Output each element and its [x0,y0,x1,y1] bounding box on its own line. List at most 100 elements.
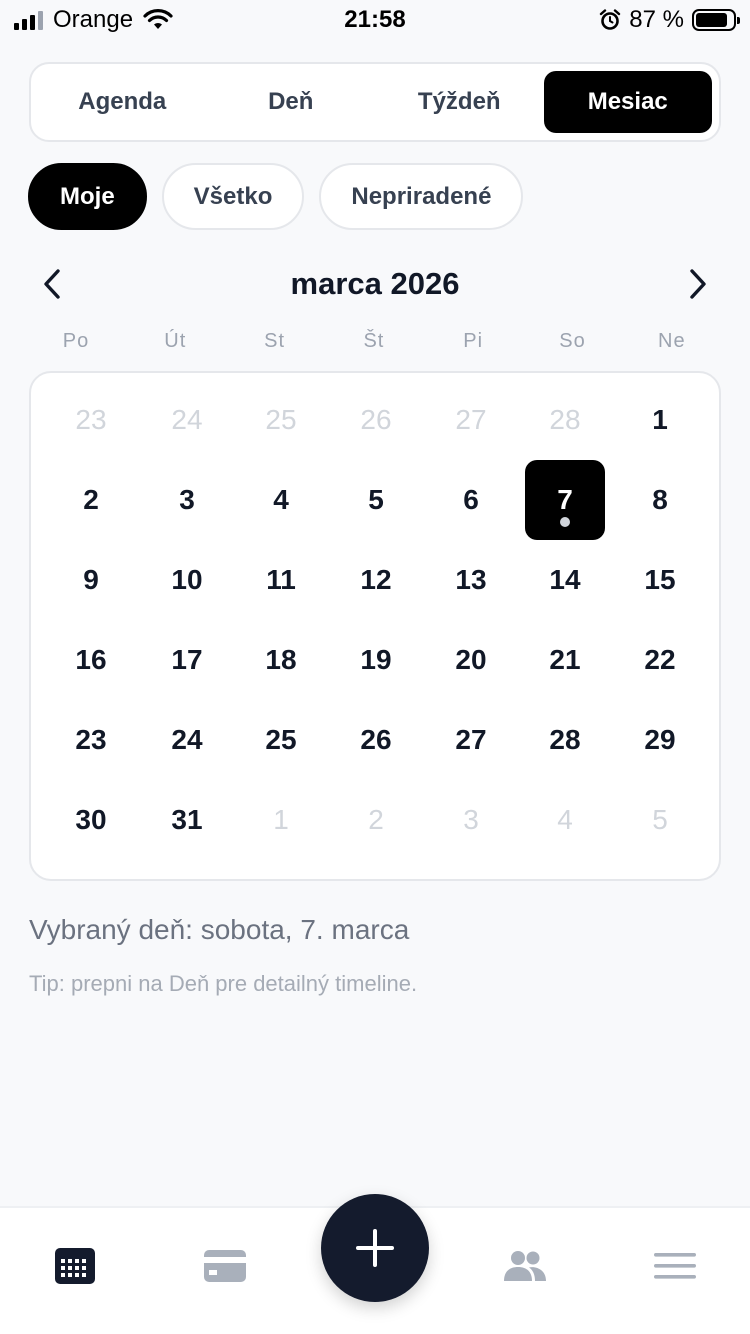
day-cell[interactable]: 15 [620,540,700,620]
day-cell[interactable]: 3 [147,460,227,540]
day-cell[interactable]: 2 [336,780,416,860]
day-cell[interactable]: 28 [525,700,605,780]
day-cell[interactable]: 27 [431,700,511,780]
weekday-label: Po [62,330,90,352]
day-cell[interactable]: 3 [431,780,511,860]
day-cell[interactable]: 24 [147,380,227,460]
tab-calendar[interactable] [45,1236,105,1296]
day-number: 24 [171,724,203,755]
tip-text: Tip: prepni na Deň pre detailný timeline… [29,971,418,996]
tab-people[interactable] [495,1236,555,1296]
day-number: 10 [171,564,203,595]
event-dot [560,517,570,527]
day-cell[interactable]: 9 [51,540,131,620]
day-cell[interactable]: 6 [431,460,511,540]
day-number: 13 [455,564,487,595]
day-cell[interactable]: 28 [525,380,605,460]
tab-month[interactable]: Mesiac [543,71,712,133]
day-number: 26 [360,404,392,435]
day-cell[interactable]: 31 [147,780,227,860]
weekday-label: Pi [463,330,484,352]
filter-pills: Moje Všetko Nepriradené [28,163,524,230]
day-number: 25 [265,724,297,755]
day-number: 14 [549,564,581,595]
add-button[interactable] [321,1194,429,1302]
day-cell[interactable]: 1 [241,780,321,860]
weekday-label: Ne [658,330,686,352]
month-title: marca 2026 [290,266,460,301]
tab-week[interactable]: Týždeň [375,71,544,133]
day-cell[interactable]: 23 [51,380,131,460]
weekday-label: St [264,330,286,352]
weekday-label: Št [363,330,385,352]
tab-cards[interactable] [195,1236,255,1296]
tab-menu[interactable] [645,1236,705,1296]
day-number: 26 [360,724,392,755]
day-cell[interactable]: 26 [336,380,416,460]
day-number: 24 [171,404,203,435]
day-cell[interactable]: 24 [147,700,227,780]
weekday-header: Po Út St Št Pi So Ne [28,330,722,358]
day-cell[interactable]: 2 [51,460,131,540]
day-cell-selected[interactable]: 7 [525,460,605,540]
filter-unassigned[interactable]: Nepriradené [319,163,524,230]
day-number: 1 [273,804,289,835]
day-cell[interactable]: 14 [525,540,605,620]
day-cell[interactable]: 12 [336,540,416,620]
day-number: 25 [265,404,297,435]
day-cell[interactable]: 5 [620,780,700,860]
weekday-label: So [559,330,586,352]
day-number: 16 [75,644,107,675]
day-number: 28 [549,724,581,755]
day-cell[interactable]: 16 [51,620,131,700]
day-number: 27 [455,724,487,755]
month-navigation: marca 2026 [0,258,750,310]
day-number: 9 [83,564,99,595]
day-cell[interactable]: 10 [147,540,227,620]
day-cell[interactable]: 13 [431,540,511,620]
day-number: 21 [549,644,581,675]
day-cell[interactable]: 27 [431,380,511,460]
day-cell[interactable]: 23 [51,700,131,780]
signal-icon [14,10,43,30]
wifi-icon [143,9,173,29]
day-cell[interactable]: 17 [147,620,227,700]
status-bar: Orange 21:58 87 % [0,0,750,40]
day-number: 1 [652,404,668,435]
chevron-right-icon [690,269,706,299]
carrier-label: Orange [53,6,134,33]
day-number: 3 [179,484,195,515]
day-cell[interactable]: 25 [241,700,321,780]
day-cell[interactable]: 26 [336,700,416,780]
day-cell[interactable]: 30 [51,780,131,860]
tab-day[interactable]: Deň [207,71,376,133]
day-cell[interactable]: 5 [336,460,416,540]
day-number: 7 [557,484,573,515]
status-right: 87 % [599,6,740,34]
day-cell[interactable]: 29 [620,700,700,780]
filter-all[interactable]: Všetko [161,163,305,230]
day-cell[interactable]: 22 [620,620,700,700]
day-number: 8 [652,484,668,515]
day-cell[interactable]: 18 [241,620,321,700]
next-month-button[interactable] [678,264,718,304]
menu-icon [654,1253,696,1279]
day-cell[interactable]: 20 [431,620,511,700]
tab-agenda[interactable]: Agenda [38,71,207,133]
day-number: 4 [557,804,573,835]
filter-mine[interactable]: Moje [28,163,147,230]
day-cell[interactable]: 4 [241,460,321,540]
day-cell[interactable]: 4 [525,780,605,860]
day-cell[interactable]: 21 [525,620,605,700]
day-number: 6 [463,484,479,515]
day-cell[interactable]: 1 [620,380,700,460]
day-number: 23 [75,404,107,435]
day-number: 29 [644,724,676,755]
selected-day-label: Vybraný deň: sobota, 7. marca [29,914,410,945]
day-cell[interactable]: 25 [241,380,321,460]
day-cell[interactable]: 11 [241,540,321,620]
day-number: 2 [83,484,99,515]
day-cell[interactable]: 19 [336,620,416,700]
calendar-icon [55,1248,95,1284]
day-cell[interactable]: 8 [620,460,700,540]
